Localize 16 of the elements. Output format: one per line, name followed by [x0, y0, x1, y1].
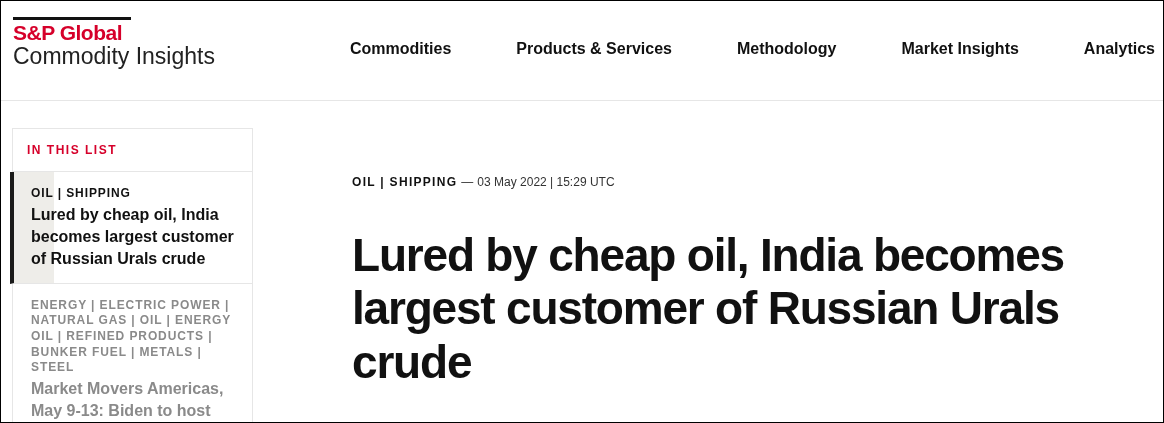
item-title[interactable]: Lured by cheap oil, India becomes largest customer of Russian Urals crude: [31, 203, 238, 271]
nav-link[interactable]: Commodities: [350, 37, 452, 61]
logo-subtitle: Commodity Insights: [13, 43, 215, 71]
article-date: 03 May 2022 | 15:29 UTC: [477, 174, 615, 191]
nav-link[interactable]: Analytics: [1083, 37, 1155, 61]
list-item[interactable]: ENERGY | ELECTRIC POWER | NATURAL GAS | OIL | ENERGY OIL | REFINED PRODUCTS | BUNKER FUEL | METALS | STEEL Market Movers Americas, May 9-13: Biden to host: [10, 283, 252, 422]
nav-link[interactable]: Methodology: [736, 37, 837, 61]
article-tags: OIL | SHIPPING: [352, 173, 458, 191]
article-headline: Lured by cheap oil, India becomes largest customer of Russian Urals crude: [352, 229, 1065, 390]
dash-separator: —: [461, 174, 474, 191]
list-item[interactable]: OIL | SHIPPING Lured by cheap oil, India becomes largest customer of Russian Urals crude: [10, 172, 252, 284]
brand-logo[interactable]: S&P Global: [13, 22, 215, 43]
item-tags: ENERGY | ELECTRIC POWER | NATURAL GAS | OIL | ENERGY OIL | REFINED PRODUCTS | BUNKER FUEL | METALS | STEEL: [31, 297, 238, 376]
nav-link[interactable]: Products & Services: [516, 37, 672, 61]
item-tags: OIL | SHIPPING: [31, 186, 238, 202]
nav-link[interactable]: Market Insights: [901, 37, 1019, 61]
